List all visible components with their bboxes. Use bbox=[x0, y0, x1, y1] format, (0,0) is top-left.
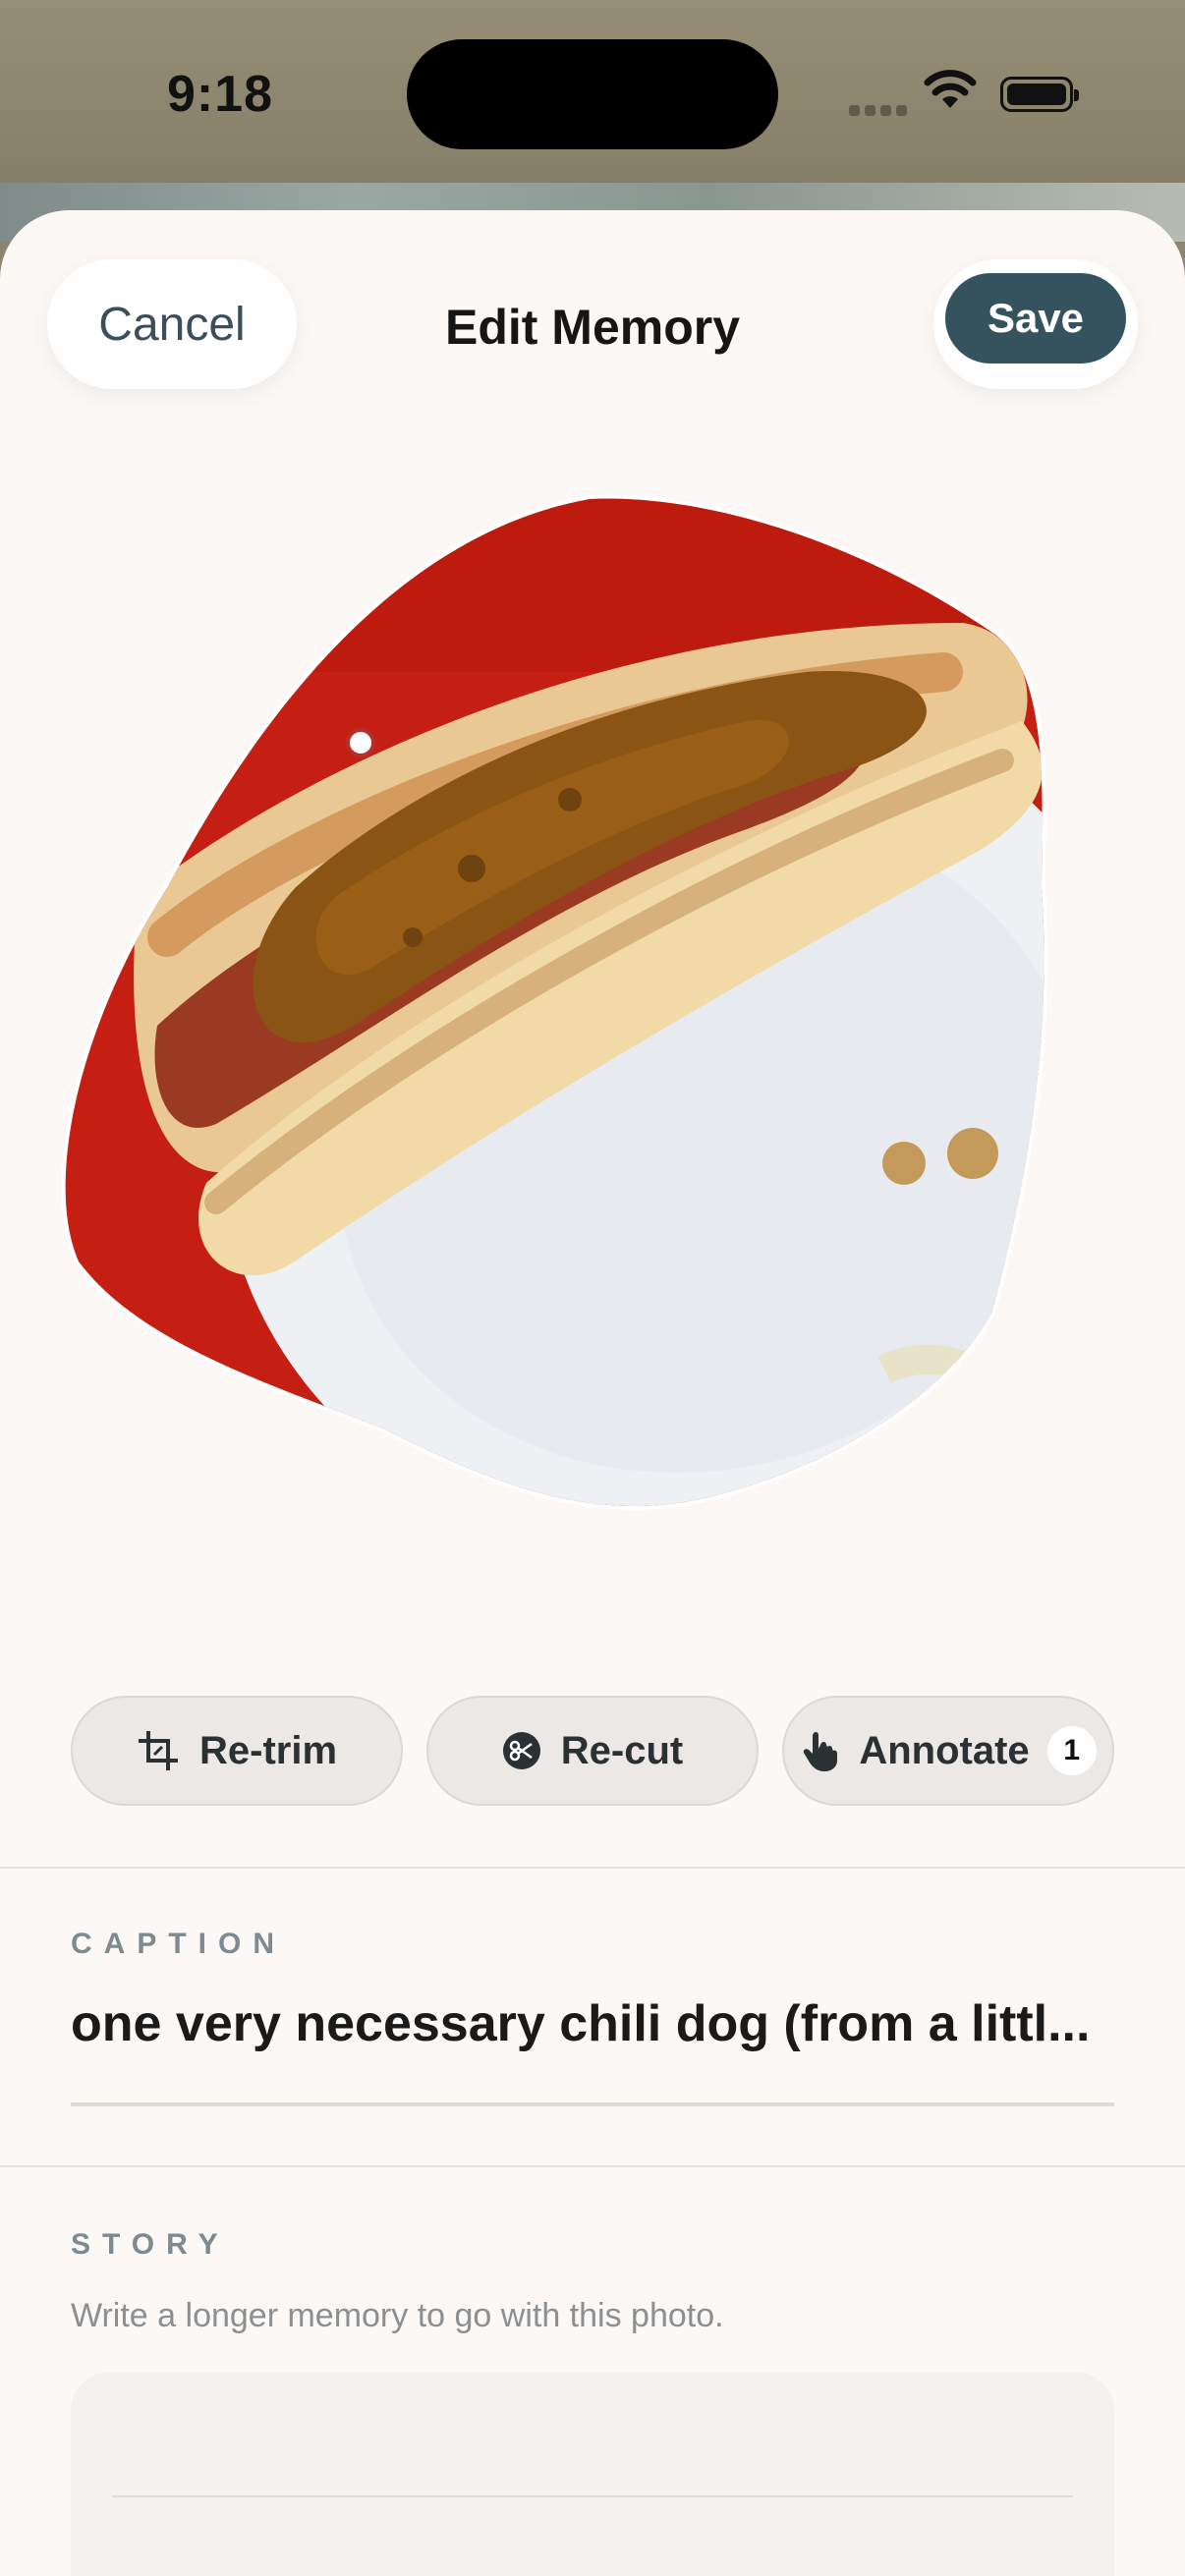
cellular-signal-icon bbox=[849, 103, 912, 121]
divider bbox=[0, 2165, 1185, 2167]
story-textarea[interactable] bbox=[71, 2372, 1114, 2576]
clock: 9:18 bbox=[167, 66, 274, 123]
wifi-icon bbox=[924, 70, 977, 108]
annotation-count-badge: 1 bbox=[1046, 1726, 1097, 1775]
photo-actions: Re-trim Re-cut Annotate 1 bbox=[71, 1696, 1114, 1810]
dynamic-island bbox=[407, 39, 778, 149]
edit-memory-sheet: Cancel Edit Memory Save Re-trim Re-cut A… bbox=[0, 210, 1185, 2576]
annotate-label: Annotate bbox=[859, 1728, 1030, 1772]
save-button-container: Save bbox=[933, 259, 1138, 389]
crop-icon bbox=[138, 1731, 178, 1770]
memory-photo[interactable] bbox=[59, 476, 1120, 1635]
save-button[interactable]: Save bbox=[945, 273, 1126, 364]
caption-label: CAPTION bbox=[71, 1928, 286, 1960]
recut-button[interactable]: Re-cut bbox=[426, 1696, 759, 1806]
retrim-label: Re-trim bbox=[198, 1728, 338, 1772]
story-label: STORY bbox=[71, 2228, 230, 2261]
annotate-button[interactable]: Annotate 1 bbox=[782, 1696, 1114, 1806]
retrim-button[interactable]: Re-trim bbox=[71, 1696, 403, 1806]
story-hint: Write a longer memory to go with this ph… bbox=[71, 2297, 724, 2334]
story-box-rule bbox=[112, 2495, 1073, 2497]
nav-bar: Cancel Edit Memory Save bbox=[0, 210, 1185, 389]
hand-pointer-icon bbox=[804, 1731, 838, 1771]
scissors-icon bbox=[502, 1732, 540, 1769]
status-bar: 9:18 bbox=[0, 0, 1185, 183]
recut-label: Re-cut bbox=[560, 1728, 684, 1772]
caption-input[interactable]: one very necessary chili dog (from a lit… bbox=[71, 1994, 1112, 2053]
battery-icon bbox=[1000, 77, 1079, 112]
caption-underline bbox=[71, 2102, 1114, 2106]
divider bbox=[0, 1867, 1185, 1869]
